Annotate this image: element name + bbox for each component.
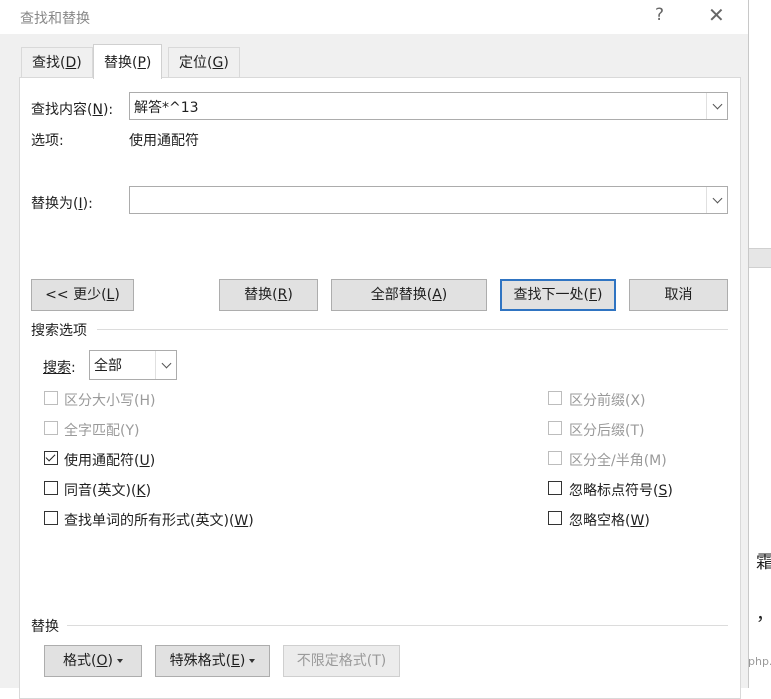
all-word-forms-checkbox[interactable] bbox=[44, 511, 58, 525]
find-next-button[interactable]: 查找下一处(F) bbox=[500, 279, 616, 311]
sounds-like-checkbox[interactable] bbox=[44, 481, 58, 495]
replace-panel bbox=[19, 77, 741, 699]
search-options-title: 搜索选项 bbox=[31, 323, 87, 339]
search-direction-select[interactable]: 全部 bbox=[89, 350, 177, 380]
dropdown-caret-icon bbox=[249, 659, 256, 663]
tab-find[interactable]: 查找(D) bbox=[21, 47, 93, 78]
help-icon[interactable]: ? bbox=[655, 5, 664, 25]
dropdown-caret-icon bbox=[116, 659, 123, 663]
less-button[interactable]: << 更少(L) bbox=[31, 279, 134, 311]
ignore-punctuation-checkbox[interactable] bbox=[548, 481, 562, 495]
chevron-down-icon[interactable] bbox=[706, 93, 727, 119]
find-replace-dialog: 查找和替换 ? ✕ 查找(D) 替换(P) 定位(G) 查找内容(N): 解答*… bbox=[0, 0, 749, 699]
whole-word-checkbox[interactable] bbox=[44, 421, 58, 435]
replace-input[interactable] bbox=[129, 186, 728, 214]
window-title: 查找和替换 bbox=[20, 11, 90, 27]
close-icon[interactable]: ✕ bbox=[708, 3, 725, 27]
match-prefix-label: 区分前缀(X) bbox=[569, 393, 646, 409]
document-text: ， bbox=[756, 600, 771, 626]
options-value: 使用通配符 bbox=[129, 133, 199, 149]
ignore-whitespace-label: 忽略空格(W) bbox=[569, 513, 650, 529]
find-label: 查找内容(N): bbox=[31, 102, 114, 118]
special-format-button[interactable]: 特殊格式(E) bbox=[155, 645, 270, 677]
match-suffix-label: 区分后缀(T) bbox=[569, 423, 645, 439]
chevron-down-icon[interactable] bbox=[706, 187, 727, 213]
ignore-punctuation-label: 忽略标点符号(S) bbox=[569, 483, 673, 499]
match-suffix-checkbox[interactable] bbox=[548, 421, 562, 435]
ruler bbox=[748, 248, 771, 268]
search-label: 搜索: bbox=[43, 360, 76, 376]
cancel-button[interactable]: 取消 bbox=[629, 279, 728, 311]
ignore-whitespace-checkbox[interactable] bbox=[548, 511, 562, 525]
wildcards-label: 使用通配符(U) bbox=[64, 453, 156, 469]
wildcards-checkbox[interactable] bbox=[44, 451, 58, 465]
whole-word-label: 全字匹配(Y) bbox=[64, 423, 140, 439]
find-input[interactable]: 解答*^13 bbox=[129, 92, 728, 120]
match-case-checkbox[interactable] bbox=[44, 391, 58, 405]
tab-replace[interactable]: 替换(P) bbox=[93, 44, 163, 79]
match-prefix-checkbox[interactable] bbox=[548, 391, 562, 405]
watermark: php.cn bbox=[748, 655, 771, 668]
replace-all-button[interactable]: 全部替换(A) bbox=[331, 279, 487, 311]
divider bbox=[97, 329, 728, 330]
format-button[interactable]: 格式(O) bbox=[44, 645, 142, 677]
tab-goto[interactable]: 定位(G) bbox=[168, 47, 240, 78]
document-background: 霜 ， php.cn bbox=[748, 0, 771, 688]
sounds-like-label: 同音(英文)(K) bbox=[64, 483, 152, 499]
document-text: 霜 bbox=[756, 552, 771, 573]
find-value: 解答*^13 bbox=[134, 100, 199, 116]
match-width-checkbox[interactable] bbox=[548, 451, 562, 465]
no-formatting-button[interactable]: 不限定格式(T) bbox=[283, 645, 400, 677]
replace-button[interactable]: 替换(R) bbox=[219, 279, 318, 311]
replace-section-title: 替换 bbox=[31, 619, 59, 635]
search-direction-value: 全部 bbox=[94, 358, 122, 374]
replace-label: 替换为(I): bbox=[31, 196, 93, 212]
divider bbox=[67, 625, 728, 626]
match-case-label: 区分大小写(H) bbox=[64, 393, 156, 409]
all-word-forms-label: 查找单词的所有形式(英文)(W) bbox=[64, 513, 254, 529]
title-bar: 查找和替换 ? ✕ bbox=[0, 0, 748, 34]
match-width-label: 区分全/半角(M) bbox=[569, 453, 667, 469]
chevron-down-icon[interactable] bbox=[155, 351, 176, 379]
options-label: 选项: bbox=[31, 133, 64, 149]
